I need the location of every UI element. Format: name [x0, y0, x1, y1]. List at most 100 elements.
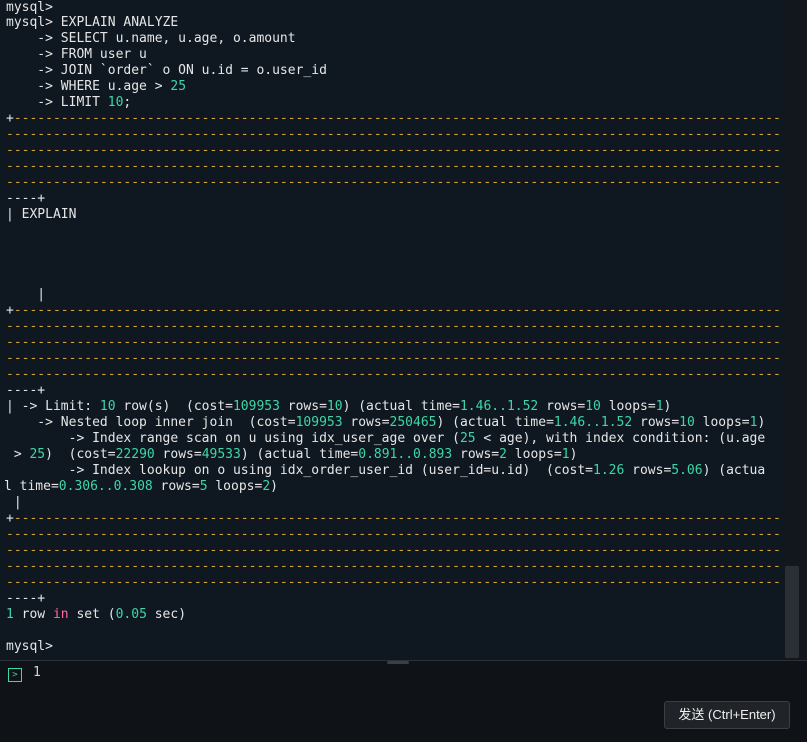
table-border-line: ----------------------------------------… [6, 159, 781, 174]
terminal-line: -> JOIN `order` o ON u.id = o.user_id [6, 63, 327, 78]
table-corner: + [6, 111, 14, 126]
explain-number: 109953 [295, 415, 343, 430]
explain-text: rows= [279, 399, 327, 414]
table-border-line: ----------------------------------------… [6, 543, 781, 558]
table-border: ----------------------------------------… [13, 303, 781, 318]
table-border-line: ----------------------------------------… [6, 175, 781, 190]
result-number: 1 [6, 607, 14, 622]
explain-text: rows= [152, 479, 200, 494]
explain-number: 5.06 [671, 463, 703, 478]
explain-text: -> Nested loop inner join (cost= [6, 415, 296, 430]
explain-number: 1.26 [593, 463, 625, 478]
terminal-line: -> LIMIT 10; [6, 95, 131, 111]
explain-number: 1 [561, 447, 570, 462]
send-button[interactable]: 发送 (Ctrl+Enter) [664, 701, 790, 729]
table-border: ----------------------------------------… [13, 511, 781, 526]
table-border-line: ----------------------------------------… [6, 143, 781, 158]
table-header: | EXPLAIN [6, 207, 77, 222]
scrollbar-thumb[interactable] [785, 566, 799, 658]
table-border-line: ----------------------------------------… [6, 367, 781, 382]
table-corner: + [6, 511, 14, 526]
explain-number: 49533 [201, 447, 241, 462]
explain-index-row-cont: > 25) (cost=22290 rows=49533) (actual ti… [6, 447, 578, 463]
explain-text: ) [569, 447, 578, 462]
result-summary: 1 row in set (0.05 sec) [6, 607, 186, 623]
explain-number: 1.46..1.52 [459, 399, 539, 414]
explain-text: ) (actual time= [436, 415, 554, 430]
explain-text: loops= [207, 479, 263, 494]
terminal-line: -> WHERE u.age > 25 [6, 79, 186, 95]
sql-number: 25 [170, 79, 187, 94]
explain-text: | -> Limit: [6, 399, 100, 414]
explain-number: 250465 [389, 415, 437, 430]
sql-text: ; [123, 95, 132, 110]
explain-text: rows= [624, 463, 672, 478]
sql-number: 10 [107, 95, 124, 110]
explain-text: ) (actual time= [342, 399, 460, 414]
result-text: row [13, 607, 53, 622]
terminal-line: -> FROM user u [6, 47, 147, 62]
explain-text: row(s) (cost= [115, 399, 233, 414]
table-border: ----------------------------------------… [13, 111, 781, 126]
explain-text: loops= [506, 447, 562, 462]
explain-number: 10 [585, 399, 601, 414]
table-border-line: +---------------------------------------… [6, 511, 781, 527]
explain-text: ) [270, 479, 278, 494]
explain-lookup-row-cont: l time=0.306..0.308 rows=5 loops=2) [4, 479, 278, 495]
terminal-prompt: mysql> [6, 639, 53, 654]
explain-number: 1 [655, 399, 664, 414]
table-border-tail: ----+ [6, 383, 46, 398]
explain-text: rows= [342, 415, 390, 430]
table-border-line: ----------------------------------------… [6, 319, 781, 334]
explain-number: 2 [262, 479, 271, 494]
explain-text: ) (cost= [45, 447, 116, 462]
explain-number: 2 [499, 447, 507, 462]
resize-handle[interactable] [387, 661, 409, 664]
explain-number: 10 [326, 399, 343, 414]
terminal-line: mysql> EXPLAIN ANALYZE [6, 15, 179, 30]
explain-text: ) (actual time= [240, 447, 359, 462]
explain-number: 10 [99, 399, 116, 414]
explain-number: 0.306..0.308 [58, 479, 153, 494]
explain-number: 22290 [115, 447, 155, 462]
explain-text: l time= [4, 479, 59, 494]
explain-text: -> Index lookup on o using idx_order_use… [6, 463, 593, 478]
explain-index-row: -> Index range scan on u using idx_user_… [6, 431, 766, 447]
explain-number: 109953 [232, 399, 280, 414]
explain-number: 0.891..0.893 [358, 447, 453, 462]
terminal-scrollbar[interactable] [781, 0, 807, 660]
explain-number: 25 [29, 447, 46, 462]
sql-text: -> WHERE u.age > [6, 79, 171, 94]
table-border-line: ----------------------------------------… [6, 575, 781, 590]
table-border-line: ----------------------------------------… [6, 335, 781, 350]
table-border-line: ----------------------------------------… [6, 559, 781, 574]
explain-nested-row: -> Nested loop inner join (cost=109953 r… [6, 415, 765, 431]
explain-text: rows= [154, 447, 202, 462]
result-text: set ( [68, 607, 116, 622]
table-border-tail: ----+ [6, 591, 46, 606]
explain-text: loops= [600, 399, 656, 414]
terminal-output: mysql> mysql> EXPLAIN ANALYZE -> SELECT … [0, 0, 781, 660]
result-text: sec) [146, 607, 187, 622]
table-empty-pipe: | [6, 287, 46, 302]
table-border-line: +---------------------------------------… [6, 303, 781, 319]
table-border-line: ----------------------------------------… [6, 127, 781, 142]
explain-text: ) (actua [702, 463, 766, 478]
table-corner: + [6, 303, 14, 318]
terminal-line: -> SELECT u.name, u.age, o.amount [6, 31, 296, 46]
explain-text: < age), with index condition: (u.age [475, 431, 766, 446]
explain-lookup-row: -> Index lookup on o using idx_order_use… [6, 463, 766, 479]
table-border-line: ----------------------------------------… [6, 351, 781, 366]
explain-number: 1.46..1.52 [553, 415, 633, 430]
table-border-tail: ----+ [6, 191, 46, 206]
terminal-line: mysql> [6, 0, 53, 15]
sql-text: -> LIMIT [6, 95, 108, 110]
explain-limit-row: | -> Limit: 10 row(s) (cost=109953 rows=… [6, 399, 671, 415]
result-number: 0.05 [115, 607, 147, 622]
command-input[interactable]: 1 [33, 665, 41, 680]
terminal-prompt-icon: > [8, 668, 22, 682]
explain-text: rows= [632, 415, 680, 430]
explain-text: -> Index range scan on u using idx_user_… [6, 431, 460, 446]
explain-text: rows= [452, 447, 500, 462]
explain-text: ) [757, 415, 766, 430]
